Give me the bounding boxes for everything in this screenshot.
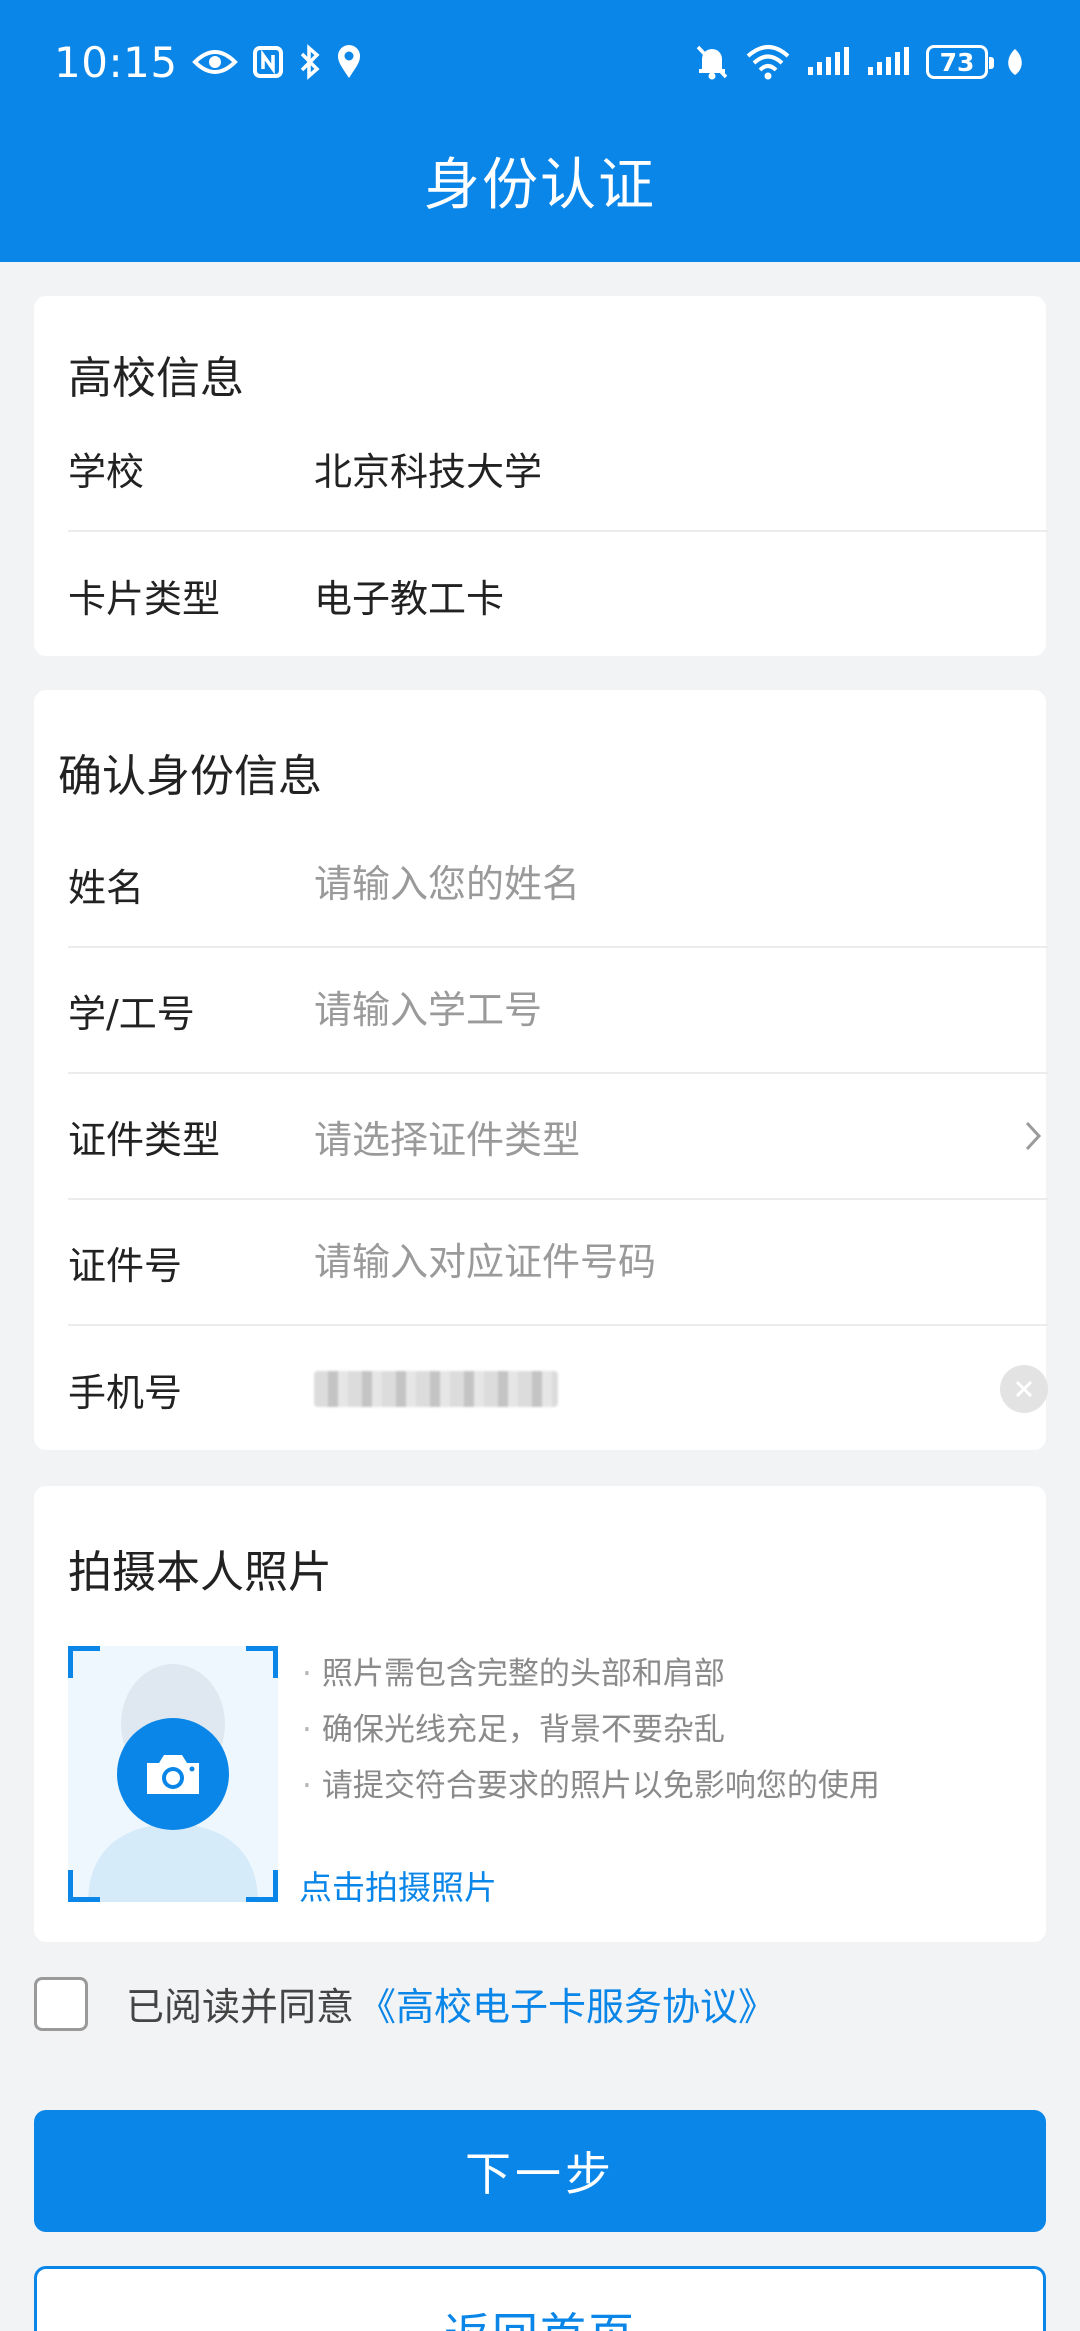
phone-label: 手机号 [68, 1370, 183, 1415]
photo-card: 拍摄本人照片 · 照片需包含完整的头部和肩部 · 确保光线充足，背景不要杂乱 · 请提… [34, 1486, 1046, 1942]
frame-corner [246, 1646, 278, 1678]
staff-id-input[interactable] [314, 988, 1048, 1032]
chevron-right-icon [1018, 1120, 1048, 1152]
staff-id-label: 学/工号 [68, 991, 195, 1036]
photo-tips: · 照片需包含完整的头部和肩部 · 确保光线充足，背景不要杂乱 · 请提交符合要求的照… [302, 1646, 880, 1814]
location-icon [336, 44, 362, 80]
next-button[interactable]: 下一步 [34, 2110, 1046, 2232]
agreement-checkbox[interactable] [34, 1976, 88, 2031]
phone-value-redacted[interactable] [314, 1371, 558, 1407]
id-type-select[interactable]: 请选择证件类型 [314, 1109, 1018, 1164]
frame-corner [246, 1870, 278, 1902]
staff-id-row: 学/工号 [68, 948, 1048, 1074]
school-value: 北京科技大学 [314, 449, 543, 494]
frame-corner [68, 1870, 100, 1902]
home-button[interactable]: 返回首页 [34, 2266, 1046, 2331]
signal-icon-1 [806, 47, 850, 77]
photo-capture-area[interactable] [68, 1646, 278, 1902]
agreement-row: 已阅读并同意 《高校电子卡服务协议》 [34, 1976, 776, 2031]
card-type-label: 卡片类型 [68, 576, 221, 621]
id-type-label: 证件类型 [68, 1117, 221, 1162]
name-input[interactable] [314, 862, 1048, 906]
id-type-row[interactable]: 证件类型 请选择证件类型 [68, 1074, 1048, 1200]
wifi-icon [746, 44, 790, 80]
school-row: 学校 北京科技大学 [68, 406, 1048, 532]
id-number-input[interactable] [314, 1240, 1048, 1284]
leaf-icon [1004, 47, 1026, 77]
id-number-label: 证件号 [68, 1243, 183, 1288]
card-type-value: 电子教工卡 [314, 576, 505, 621]
name-row: 姓名 [68, 822, 1048, 948]
photo-title: 拍摄本人照片 [68, 1547, 332, 1598]
app-header: 10:15 73 身份认证 [0, 0, 1080, 262]
agreement-link[interactable]: 《高校电子卡服务协议》 [358, 1976, 776, 2031]
camera-icon[interactable] [117, 1718, 229, 1830]
photo-tip: · 照片需包含完整的头部和肩部 [302, 1656, 725, 1692]
clear-icon[interactable] [1000, 1365, 1048, 1413]
frame-corner [68, 1646, 100, 1678]
school-info-card: 高校信息 学校 北京科技大学 卡片类型 电子教工卡 [34, 296, 1048, 658]
take-photo-link[interactable]: 点击拍摄照片 [299, 1861, 497, 1909]
card-type-row: 卡片类型 电子教工卡 [68, 532, 1048, 658]
status-bar: 10:15 73 [0, 0, 1080, 124]
nfc-icon [252, 45, 284, 79]
phone-row: 手机号 [68, 1326, 1048, 1452]
agreement-text: 已阅读并同意 [126, 1985, 355, 2029]
mute-bell-icon [694, 43, 730, 81]
status-time: 10:15 [54, 37, 178, 87]
identity-info-card: 确认身份信息 姓名 学/工号 证件类型 请选择证件类型 证件号 手机号 [34, 690, 1048, 1452]
bluetooth-icon [298, 44, 322, 80]
photo-tip: · 请提交符合要求的照片以免影响您的使用 [302, 1768, 880, 1804]
id-number-row: 证件号 [68, 1200, 1048, 1326]
school-info-title: 高校信息 [68, 353, 244, 404]
battery-indicator: 73 [926, 45, 994, 79]
identity-info-title: 确认身份信息 [58, 751, 322, 802]
page-title: 身份认证 [424, 153, 656, 218]
photo-tip: · 确保光线充足，背景不要杂乱 [302, 1712, 725, 1748]
eye-icon [191, 47, 238, 77]
school-label: 学校 [68, 449, 145, 494]
signal-icon-2 [866, 47, 910, 77]
name-label: 姓名 [68, 865, 145, 910]
